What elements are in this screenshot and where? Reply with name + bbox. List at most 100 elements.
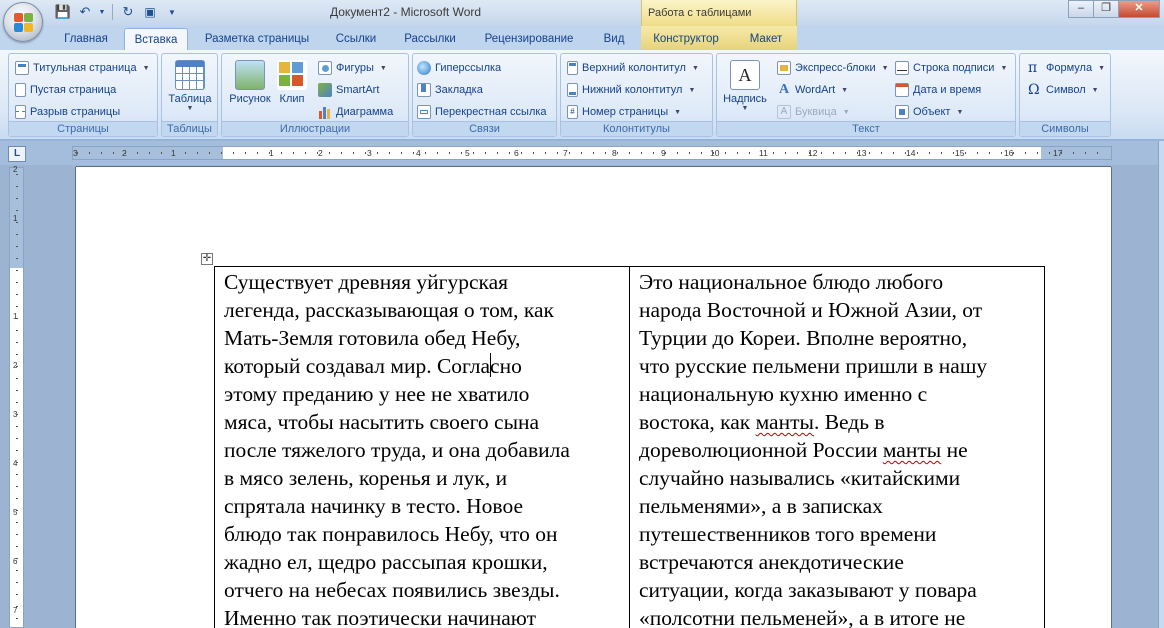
tab-review[interactable]: Рецензирование bbox=[478, 30, 580, 50]
ruler-tick-label: 6 bbox=[514, 148, 519, 158]
cross-reference-button[interactable]: Перекрестная ссылка bbox=[417, 103, 547, 121]
tab-page-layout[interactable]: Разметка страницы bbox=[198, 30, 316, 50]
table-cell-left[interactable]: Существует древняя уйгурская легенда, ра… bbox=[214, 266, 630, 628]
vertical-scrollbar[interactable] bbox=[1158, 141, 1164, 628]
ruler-tick-label: 7 bbox=[13, 606, 18, 615]
ruler-tick-mark bbox=[629, 152, 630, 154]
picture-icon[interactable]: ▣ bbox=[141, 3, 159, 21]
ruler-tick-mark bbox=[941, 152, 942, 154]
ruler-tick-mark bbox=[917, 152, 918, 154]
spellcheck-word[interactable]: манты bbox=[756, 410, 814, 434]
bookmark-button[interactable]: Закладка bbox=[417, 81, 483, 99]
tab-insert[interactable]: Вставка bbox=[124, 28, 188, 50]
text-line: Мать-Земля готовила обед Небу, bbox=[224, 326, 521, 350]
ruler-tick-mark bbox=[749, 152, 750, 154]
cross-reference-icon bbox=[417, 105, 431, 119]
ruler-tick-label: 5 bbox=[465, 148, 470, 158]
text-line: в мясо зелень, коренья и лук, и bbox=[224, 466, 508, 490]
group-text-label: Текст bbox=[717, 121, 1015, 136]
tab-home[interactable]: Главная bbox=[58, 30, 114, 50]
undo-icon[interactable]: ↶ bbox=[76, 3, 94, 21]
clip-art-button[interactable]: Клип bbox=[274, 60, 310, 105]
signature-line-button[interactable]: Строка подписи ▼ bbox=[895, 59, 1007, 77]
table-cell-right[interactable]: Это национальное блюдо любого народа Вос… bbox=[629, 266, 1045, 628]
group-illustrations-label: Иллюстрации bbox=[222, 121, 408, 136]
ruler-tick-label: 10 bbox=[710, 148, 720, 158]
ruler-tick-mark bbox=[437, 152, 438, 154]
ruler-tick-mark bbox=[269, 152, 270, 154]
close-button[interactable]: ✕ bbox=[1118, 0, 1160, 18]
restore-button[interactable]: ❐ bbox=[1093, 0, 1119, 18]
ruler-tick-mark bbox=[725, 152, 726, 154]
ruler-tick-mark bbox=[77, 152, 78, 154]
group-symbols-label: Символы bbox=[1020, 121, 1110, 136]
tab-view[interactable]: Вид bbox=[596, 30, 632, 50]
shapes-button[interactable]: Фигуры ▼ bbox=[318, 59, 387, 77]
ruler-tick-mark bbox=[16, 234, 18, 235]
text-line: Существует древняя уйгурская bbox=[224, 270, 509, 294]
tab-mailings[interactable]: Рассылки bbox=[398, 30, 462, 50]
undo-dropdown-icon[interactable]: ▼ bbox=[98, 3, 106, 21]
text-line: отчего на небесах появились звезды. bbox=[224, 578, 560, 602]
table-button[interactable]: Таблица ▼ bbox=[167, 60, 213, 112]
text-line: блюдо так понравилось Небу, что он bbox=[224, 522, 558, 546]
ruler-tick-mark bbox=[149, 152, 150, 154]
text-line-with-cursor: который создавал мир. Согласно bbox=[224, 352, 620, 380]
page-break-button[interactable]: Разрыв страницы bbox=[15, 103, 120, 121]
tab-design[interactable]: Конструктор bbox=[646, 30, 726, 50]
group-illustrations: Рисунок Клип Фигуры ▼ SmartArt Диаграмма… bbox=[221, 53, 409, 137]
tab-layout[interactable]: Макет bbox=[742, 30, 790, 50]
tab-selector[interactable]: L bbox=[8, 146, 26, 162]
ruler-tick-mark bbox=[413, 152, 414, 154]
group-pages: Титульная страница ▼ Пустая страница Разр… bbox=[8, 53, 158, 137]
ruler-tick-mark bbox=[16, 306, 18, 307]
ruler-tick-mark bbox=[977, 152, 978, 154]
date-time-button[interactable]: Дата и время bbox=[895, 81, 981, 99]
table-move-handle[interactable]: ✛ bbox=[201, 253, 213, 265]
ruler-tick-mark bbox=[125, 152, 126, 154]
ruler-tick-mark bbox=[953, 152, 954, 154]
text-line: спрятала начинку в тесто. Новое bbox=[224, 494, 523, 518]
office-button[interactable] bbox=[3, 2, 43, 42]
ruler-tick-mark bbox=[16, 414, 18, 415]
minimize-button[interactable]: – bbox=[1068, 0, 1094, 18]
wordart-button[interactable]: A WordArt ▼ bbox=[777, 81, 848, 99]
text-line: народа Восточной и Южной Азии, от bbox=[639, 298, 983, 322]
ruler-tick-mark bbox=[1049, 152, 1050, 154]
ruler-tick-mark bbox=[737, 152, 738, 154]
page-number-button[interactable]: # Номер страницы ▼ bbox=[567, 103, 681, 121]
vertical-ruler[interactable]: 211234567 bbox=[9, 165, 24, 628]
quick-parts-button[interactable]: Экспресс-блоки ▼ bbox=[777, 59, 889, 77]
customize-qat-icon[interactable]: ▼ bbox=[163, 3, 181, 21]
hyperlink-button[interactable]: Гиперссылка bbox=[417, 59, 501, 77]
spellcheck-word[interactable]: манты bbox=[883, 438, 941, 462]
header-button[interactable]: Верхний колонтитул ▼ bbox=[567, 59, 699, 77]
ruler-tick-mark bbox=[16, 606, 18, 607]
document-table[interactable]: Существует древняя уйгурская легенда, ра… bbox=[214, 266, 1045, 628]
save-icon[interactable]: 💾 bbox=[54, 3, 72, 21]
ruler-tick-mark bbox=[893, 152, 894, 154]
symbol-button[interactable]: Ω Символ ▼ bbox=[1028, 81, 1099, 99]
horizontal-ruler[interactable]: 3211234567891011121314151617 bbox=[72, 146, 1112, 160]
cover-page-button[interactable]: Титульная страница ▼ bbox=[15, 59, 150, 77]
picture-button[interactable]: Рисунок bbox=[227, 60, 273, 105]
quick-parts-icon bbox=[777, 61, 791, 75]
ruler-tick-mark bbox=[329, 152, 330, 154]
tab-references[interactable]: Ссылки bbox=[330, 30, 382, 50]
ruler-tick-mark bbox=[185, 152, 186, 154]
text-box-button[interactable]: A Надпись ▼ bbox=[720, 60, 770, 112]
ruler-tick-mark bbox=[16, 510, 18, 511]
object-button[interactable]: Объект ▼ bbox=[895, 103, 963, 121]
ruler-tick-mark bbox=[449, 152, 450, 154]
ruler-tick-mark bbox=[485, 152, 486, 154]
text-line: Турции до Кореи. Вполне вероятно, bbox=[639, 326, 968, 350]
chart-button[interactable]: Диаграмма bbox=[318, 103, 393, 121]
equation-button[interactable]: π Формула ▼ bbox=[1028, 59, 1105, 77]
ruler-tick-mark bbox=[16, 222, 18, 223]
redo-icon[interactable]: ↻ bbox=[119, 3, 137, 21]
footer-button[interactable]: Нижний колонтитул ▼ bbox=[567, 81, 695, 99]
blank-page-button[interactable]: Пустая страница bbox=[15, 81, 116, 99]
smartart-button[interactable]: SmartArt bbox=[318, 81, 379, 99]
ruler-tick-mark bbox=[1013, 152, 1014, 154]
ruler-tick-mark bbox=[965, 152, 966, 154]
